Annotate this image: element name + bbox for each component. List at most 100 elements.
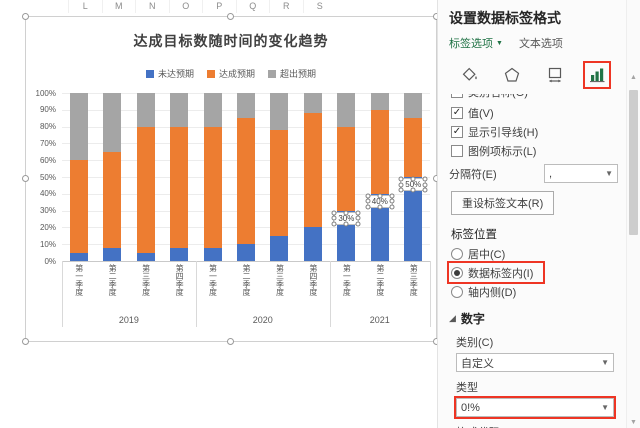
separator-label: 分隔符(E)	[449, 168, 497, 181]
bar-segment[interactable]	[203, 126, 222, 248]
checkbox-row[interactable]: ✓ 显示引导线(H)	[449, 122, 618, 141]
data-label[interactable]: 50%	[398, 176, 428, 193]
bar-segment[interactable]	[337, 126, 356, 211]
bar-segment[interactable]	[170, 126, 189, 248]
chart-selection-handle[interactable]	[227, 338, 234, 345]
column-header-R[interactable]: R	[269, 0, 303, 13]
bar-segment[interactable]	[303, 227, 322, 261]
effects-icon[interactable]	[500, 63, 524, 87]
bar-segment[interactable]	[136, 126, 155, 253]
column-header-P[interactable]: P	[202, 0, 236, 13]
tab-text-options[interactable]: 文本选项	[519, 35, 563, 51]
selection-handle	[355, 215, 361, 221]
legend-item[interactable]: 超出预期	[268, 67, 316, 80]
checkbox[interactable]	[451, 144, 463, 157]
scroll-down-icon[interactable]: ▼	[627, 419, 640, 426]
legend-item[interactable]: 达成预期	[206, 67, 255, 80]
bar-segment[interactable]	[237, 118, 255, 245]
scroll-up-icon[interactable]: ▲	[627, 74, 640, 81]
reset-label-text-button[interactable]: 重设标签文本(R)	[451, 191, 555, 215]
column-header-M[interactable]: M	[101, 0, 136, 13]
radio-row[interactable]: 居中(C)	[449, 244, 618, 263]
radio-row[interactable]: 数据标签内(I)	[449, 263, 543, 282]
y-tick-label: 70%	[39, 138, 56, 148]
checkbox-row[interactable]: 图例项标示(L)	[449, 141, 618, 160]
y-tick-label: 10%	[39, 239, 56, 249]
bar-segment[interactable]	[270, 235, 289, 261]
panel-scrollbar[interactable]: ▲ ▼	[626, 0, 640, 428]
tab-label-options[interactable]: 标签选项 ▼	[449, 35, 503, 51]
fill-line-icon[interactable]	[458, 63, 482, 87]
legend-item[interactable]: 未达预期	[145, 67, 194, 80]
bar-segment[interactable]	[303, 93, 322, 114]
selection-handle	[355, 210, 361, 216]
selection-handle	[410, 176, 416, 182]
chart[interactable]: 达成目标数随时间的变化趋势 未达预期 达成预期 超出预期 100% 90% 80% 70%…	[22, 13, 440, 345]
bar-segment[interactable]	[303, 113, 322, 228]
bar-segment[interactable]	[203, 247, 222, 261]
bar-segment[interactable]	[370, 109, 389, 194]
y-axis: 100% 90% 80% 70% 60% 50% 40% 30% 20% 10% 0%	[26, 89, 58, 266]
checkbox-row[interactable]: ✓ 值(V)	[449, 103, 618, 122]
bar-segment[interactable]	[237, 93, 255, 119]
data-label[interactable]: 40%	[365, 193, 395, 210]
x-tick-label: 第四季度	[308, 264, 318, 296]
chart-selection-handle[interactable]	[22, 338, 29, 345]
column-header-L[interactable]: L	[68, 0, 102, 13]
bar-segment[interactable]	[170, 93, 189, 127]
radio-row[interactable]: 轴内侧(D)	[449, 282, 618, 301]
bar-segment[interactable]	[69, 93, 88, 161]
bar-segment[interactable]	[270, 93, 289, 130]
bar-segment[interactable]	[237, 244, 255, 261]
label-options-chart-icon[interactable]	[585, 63, 609, 87]
bar-segment[interactable]	[170, 247, 189, 261]
category-label: 类别(C)	[456, 337, 494, 349]
bar-segment[interactable]	[136, 93, 155, 127]
bar-segment[interactable]	[337, 93, 356, 127]
size-properties-icon[interactable]	[543, 63, 567, 87]
column-header-N[interactable]: N	[135, 0, 169, 13]
bar-segment[interactable]	[103, 93, 122, 152]
scrollbar-thumb[interactable]	[629, 90, 638, 235]
bar-segment[interactable]	[370, 93, 389, 110]
selection-handle	[422, 187, 428, 193]
radio[interactable]	[451, 266, 463, 279]
axis-separator	[430, 261, 431, 327]
selection-handle	[331, 221, 337, 227]
plot-area[interactable]: 30% 40% 50%	[62, 93, 430, 262]
checkbox[interactable]: ✓	[451, 106, 463, 119]
column-header-Q[interactable]: Q	[235, 0, 270, 13]
radio[interactable]	[451, 285, 463, 298]
x-tick-label: 第四季度	[175, 264, 185, 296]
section-expand-icon: ◢	[449, 313, 456, 323]
bar-segment[interactable]	[404, 118, 423, 177]
data-label[interactable]: 30%	[331, 210, 361, 227]
radio[interactable]	[451, 247, 463, 260]
type-dropdown[interactable]: 0!% ▼	[456, 398, 614, 417]
selection-handle	[365, 204, 371, 210]
number-section-header[interactable]: ◢ 数字	[449, 310, 618, 327]
bar-segment[interactable]	[103, 247, 122, 261]
bar-segment[interactable]	[69, 160, 88, 253]
column-header-S[interactable]: S	[302, 0, 337, 13]
bar-segment[interactable]	[404, 93, 423, 119]
clipped-option-row[interactable]: 类别名称(G)	[449, 94, 618, 103]
axis-separator	[329, 261, 331, 327]
bar-segment[interactable]	[69, 252, 88, 261]
checkbox[interactable]: ✓	[451, 125, 463, 138]
chart-selection-handle[interactable]	[22, 13, 29, 20]
selection-handle	[343, 210, 349, 216]
bar-segment[interactable]	[270, 129, 289, 236]
bar-segment[interactable]	[103, 151, 122, 248]
column-header-O[interactable]: O	[168, 0, 203, 13]
category-dropdown[interactable]: 自定义 ▼	[456, 353, 614, 372]
chart-selection-handle[interactable]	[227, 13, 234, 20]
chart-selection-handle[interactable]	[22, 175, 29, 182]
separator-dropdown[interactable]: , ▼	[544, 164, 618, 183]
checkbox[interactable]	[451, 94, 463, 98]
bar-segment[interactable]	[203, 93, 222, 127]
pane-icon-row	[449, 60, 618, 90]
chart-title: 达成目标数随时间的变化趋势	[133, 33, 329, 49]
x-tick-label: 第一季度	[342, 264, 352, 296]
bar-segment[interactable]	[136, 252, 155, 261]
